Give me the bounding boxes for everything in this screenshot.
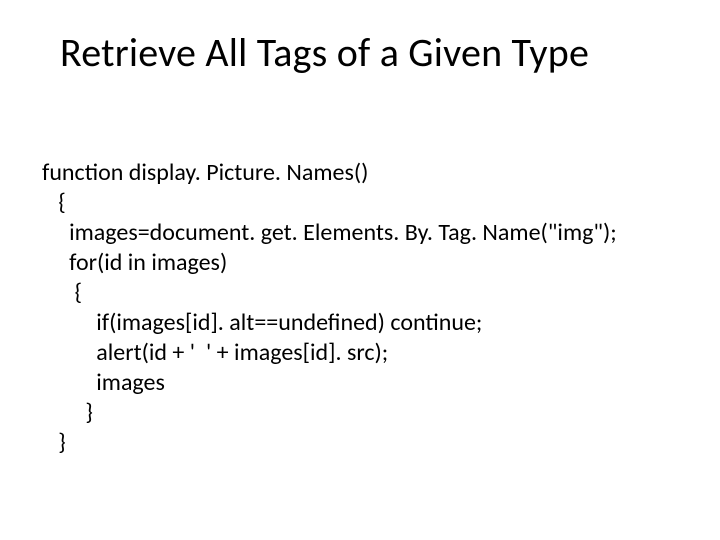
code-line-6: if(images[id]. alt==undefined) continue; [42,308,482,337]
code-line-10: } [42,428,66,457]
code-line-4: for(id in images) [42,248,227,277]
code-line-3c: ("img"); [541,218,617,247]
code-line-3a: images=document. [42,218,261,247]
code-line-9: } [42,398,93,427]
code-line-8: images [42,368,165,397]
code-line-7: alert(id + ' ' + images[id]. src); [42,338,388,367]
slide: Retrieve All Tags of a Given Type functi… [0,0,720,540]
code-line-5: { [42,278,82,307]
slide-title: Retrieve All Tags of a Given Type [60,28,680,77]
code-block: function display. Picture. Names() { ima… [42,128,617,488]
code-method-call: get. Elements. By. Tag. Name [261,218,541,247]
code-line-1: function display. Picture. Names() [42,158,368,187]
code-line-2: { [42,188,66,217]
